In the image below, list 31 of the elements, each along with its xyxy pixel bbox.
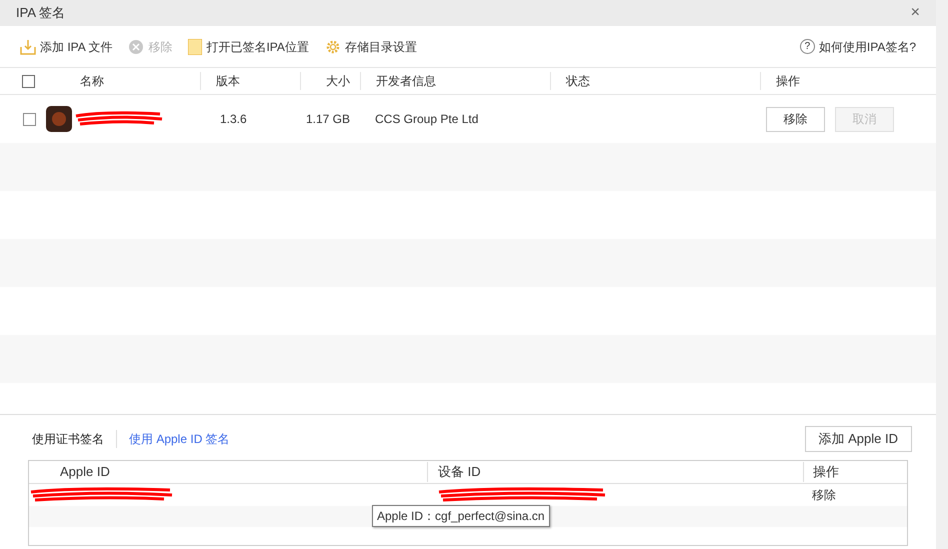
sign-mode-tab[interactable]: 使用 Apple ID 签名 [116, 430, 234, 448]
sign-mode-tab[interactable]: 使用证书签名 [28, 430, 108, 448]
settings-icon [324, 38, 341, 54]
column-header: 开发者信息 [376, 74, 436, 88]
remove-link[interactable]: 移除 [812, 488, 836, 502]
version-cell: 1.3.6 [220, 112, 247, 126]
toolbar-button[interactable]: 添加 IPA 文件 [20, 38, 112, 56]
column-header: 设备 ID [438, 464, 481, 480]
window-title: IPA 签名 [16, 4, 65, 22]
app-icon [46, 106, 72, 132]
column-header: 操作 [776, 74, 800, 88]
column-header: 名称 [80, 74, 104, 88]
select-all-checkbox[interactable] [22, 74, 35, 88]
column-header: 状态 [566, 74, 590, 88]
help-link[interactable]: ? 如何使用IPA签名? [800, 38, 916, 56]
row-checkbox[interactable] [23, 112, 36, 126]
column-header: 版本 [216, 74, 240, 88]
remove-circle-icon [128, 38, 144, 54]
add-apple-id-button[interactable]: 添加 Apple ID [804, 426, 912, 452]
tooltip: Apple ID：cgf_perfect@sina.cn [372, 505, 550, 527]
developer-cell: CCS Group Pte Ltd [375, 112, 478, 126]
download-tray-icon [20, 38, 36, 54]
close-button[interactable]: × [910, 1, 920, 25]
column-header: 大小 [326, 74, 350, 88]
row-action-button[interactable]: 移除 [766, 106, 825, 132]
size-cell: 1.17 GB [306, 112, 350, 126]
column-header: Apple ID [60, 464, 110, 480]
toolbar-button[interactable]: 存储目录设置 [324, 38, 417, 56]
toolbar-button[interactable]: 打开已签名IPA位置 [188, 38, 309, 56]
folder-icon [188, 38, 202, 54]
column-header: 操作 [813, 464, 839, 480]
